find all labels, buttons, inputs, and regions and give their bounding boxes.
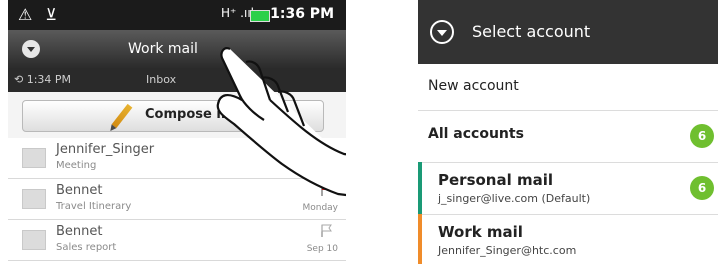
email-sender: Bennet bbox=[56, 183, 103, 198]
collapse-arrow-icon[interactable] bbox=[430, 20, 454, 44]
unread-count-badge: 6 bbox=[690, 176, 714, 200]
envelope-icon bbox=[22, 148, 46, 168]
email-sender: Bennet bbox=[56, 224, 103, 239]
email-row[interactable]: Bennet Sales report Sep 10 bbox=[8, 220, 346, 261]
account-row-personal[interactable]: Personal mail j_singer@live.com (Default… bbox=[418, 162, 718, 215]
unread-count-badge: 6 bbox=[690, 124, 714, 148]
account-title: Work mail bbox=[128, 41, 198, 57]
new-account-label: New account bbox=[428, 78, 519, 94]
select-account-panel: Select account New account All accounts … bbox=[418, 0, 718, 264]
all-accounts-row[interactable]: All accounts 6 bbox=[418, 110, 718, 163]
account-color-bar bbox=[418, 162, 422, 214]
pencil-icon bbox=[111, 103, 133, 129]
account-color-bar bbox=[418, 214, 422, 264]
all-accounts-label: All accounts bbox=[428, 126, 524, 142]
account-email: j_singer@live.com (Default) bbox=[438, 192, 591, 205]
flag-outline-icon[interactable] bbox=[320, 224, 334, 238]
email-subject: Sales report bbox=[56, 242, 117, 253]
status-bar: ⚠ ⊻ H⁺ .ııl 1:36 PM bbox=[8, 0, 346, 30]
email-date: Monday bbox=[302, 203, 338, 213]
email-subject: Meeting bbox=[56, 160, 97, 171]
status-icons-left: ⚠ ⊻ bbox=[18, 5, 62, 24]
new-account-row[interactable]: New account bbox=[418, 64, 718, 111]
email-sender: Jennifer_Singer bbox=[56, 142, 155, 157]
account-name: Work mail bbox=[438, 223, 523, 241]
select-account-title: Select account bbox=[472, 22, 591, 41]
phone-email-screen: ⚠ ⊻ H⁺ .ııl 1:36 PM Work mail ⟲ 1:34 PM … bbox=[8, 0, 346, 264]
refresh-icon: ⟲ bbox=[14, 73, 24, 86]
envelope-icon bbox=[22, 230, 46, 250]
account-dropdown-icon[interactable] bbox=[22, 40, 40, 58]
folder-name: Inbox bbox=[146, 73, 177, 86]
email-date: Sep 10 bbox=[306, 244, 338, 254]
email-subject: Travel Itinerary bbox=[56, 201, 132, 212]
select-account-header: Select account bbox=[418, 0, 718, 64]
status-time: 1:36 PM bbox=[270, 6, 334, 22]
envelope-icon bbox=[22, 189, 46, 209]
account-email: Jennifer_Singer@htc.com bbox=[438, 244, 577, 257]
sync-time: ⟲ 1:34 PM bbox=[14, 73, 72, 86]
tap-hand-illustration bbox=[216, 47, 346, 197]
battery-icon bbox=[250, 10, 270, 22]
account-name: Personal mail bbox=[438, 171, 553, 189]
account-row-work[interactable]: Work mail Jennifer_Singer@htc.com bbox=[418, 214, 718, 264]
